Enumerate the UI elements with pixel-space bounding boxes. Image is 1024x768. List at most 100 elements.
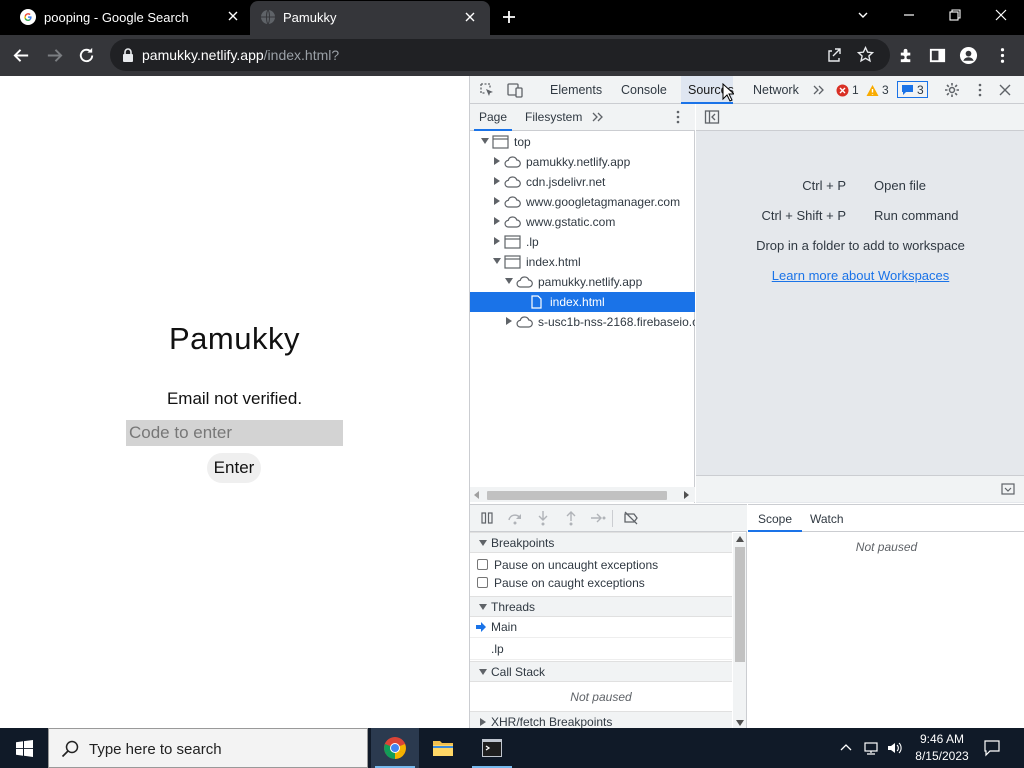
pause-uncaught-row[interactable]: Pause on uncaught exceptions <box>470 556 732 574</box>
warning-count-badge[interactable]: 3 <box>866 82 889 98</box>
scrollbar-thumb[interactable] <box>487 491 667 500</box>
pause-caught-row[interactable]: Pause on caught exceptions <box>470 574 732 592</box>
learn-workspaces-link[interactable]: Learn more about Workspaces <box>696 268 1024 283</box>
navigator-kebab-icon[interactable] <box>670 109 686 125</box>
tab-pamukky[interactable]: Pamukky <box>250 1 490 35</box>
back-arrow-icon[interactable] <box>12 46 31 65</box>
tab-filesystem[interactable]: Filesystem <box>525 110 582 124</box>
debugger-vertical-scrollbar[interactable] <box>733 533 746 729</box>
minimize-icon[interactable] <box>902 8 916 22</box>
tree-item[interactable]: .lp <box>470 232 695 252</box>
tree-item[interactable]: index.html <box>470 252 695 272</box>
verification-code-input[interactable] <box>126 420 343 446</box>
thread-main[interactable]: Main <box>470 617 732 638</box>
share-icon[interactable] <box>826 47 842 63</box>
tree-item[interactable]: www.googletagmanager.com <box>470 192 695 212</box>
search-icon <box>61 740 79 758</box>
network-icon[interactable] <box>863 740 879 756</box>
tab-elements[interactable]: Elements <box>550 83 602 97</box>
tab-scope[interactable]: Scope <box>748 505 803 532</box>
more-navigator-tabs-chevron-icon[interactable] <box>591 110 605 124</box>
collapsed-triangle-icon[interactable] <box>493 217 501 225</box>
tab-watch[interactable]: Watch <box>810 512 844 526</box>
forward-arrow-icon[interactable] <box>45 46 64 65</box>
devtools-kebab-icon[interactable] <box>972 82 988 98</box>
volume-icon[interactable] <box>886 740 902 756</box>
device-toolbar-icon[interactable] <box>507 82 523 98</box>
error-count-badge[interactable]: 1 <box>836 82 859 98</box>
message-count-badge[interactable]: 3 <box>897 81 928 98</box>
tree-item[interactable]: cdn.jsdelivr.net <box>470 172 695 192</box>
tab-network[interactable]: Network <box>753 83 799 97</box>
restore-icon[interactable] <box>948 8 962 22</box>
tab-page[interactable]: Page <box>474 104 513 131</box>
breakpoints-section-header[interactable]: Breakpoints <box>470 532 732 553</box>
taskbar-terminal-app[interactable] <box>468 728 516 768</box>
lock-icon[interactable] <box>122 48 134 62</box>
close-tab-icon[interactable] <box>227 10 239 22</box>
navigator-horizontal-scrollbar[interactable] <box>470 487 695 502</box>
tree-item[interactable]: s-usc1b-nss-2168.firebaseio.com <box>470 312 695 332</box>
close-tab-icon[interactable] <box>464 11 476 23</box>
taskbar-clock[interactable]: 9:46 AM 8/15/2023 <box>912 731 972 765</box>
step-icon[interactable] <box>590 510 606 526</box>
enter-button[interactable]: Enter <box>207 453 261 483</box>
settings-gear-icon[interactable] <box>944 82 960 98</box>
expanded-triangle-icon[interactable] <box>493 257 501 265</box>
step-over-icon[interactable] <box>507 510 523 526</box>
scroll-left-arrow-icon[interactable] <box>474 491 480 499</box>
extensions-puzzle-icon[interactable] <box>897 46 916 65</box>
step-out-icon[interactable] <box>563 510 579 526</box>
collapsed-triangle-icon[interactable] <box>493 237 501 245</box>
close-devtools-icon[interactable] <box>997 82 1013 98</box>
collapsed-triangle-icon[interactable] <box>493 157 501 165</box>
more-tabs-chevron-icon[interactable] <box>812 83 826 97</box>
tree-item[interactable]: pamukky.netlify.app <box>470 272 695 292</box>
side-panel-icon[interactable] <box>928 46 947 65</box>
collapsed-triangle-icon[interactable] <box>493 177 501 185</box>
tree-item[interactable]: top <box>470 132 695 152</box>
taskbar-file-explorer-app[interactable] <box>419 728 467 768</box>
collapsed-triangle-icon[interactable] <box>505 317 513 325</box>
scroll-down-arrow-icon[interactable] <box>736 720 744 726</box>
new-tab-plus-icon[interactable] <box>501 9 517 25</box>
tree-item[interactable]: index.html <box>470 292 695 312</box>
tab-console[interactable]: Console <box>621 83 667 97</box>
scope-status: Not paused <box>855 540 918 554</box>
thread-lp[interactable]: .lp <box>470 639 732 660</box>
taskbar-search-placeholder: Type here to search <box>89 741 222 758</box>
callstack-section-header[interactable]: Call Stack <box>470 661 732 682</box>
cloud-icon <box>516 316 533 328</box>
mouse-cursor-icon <box>722 83 734 102</box>
reload-icon[interactable] <box>77 46 96 65</box>
bookmark-star-icon[interactable] <box>857 46 874 63</box>
expanded-triangle-icon[interactable] <box>481 137 489 145</box>
toggle-debugger-icon[interactable] <box>1001 482 1015 496</box>
deactivate-breakpoints-icon[interactable] <box>623 510 639 526</box>
tree-item[interactable]: www.gstatic.com <box>470 212 695 232</box>
taskbar-search-box[interactable]: Type here to search <box>48 728 368 768</box>
close-window-icon[interactable] <box>994 8 1008 22</box>
taskbar-chrome-app[interactable] <box>371 728 419 768</box>
tab-google-search[interactable]: pooping - Google Search <box>0 0 248 35</box>
scroll-right-arrow-icon[interactable] <box>683 491 689 499</box>
scrollbar-thumb[interactable] <box>735 547 745 662</box>
pause-resume-icon[interactable] <box>479 510 495 526</box>
chrome-menu-kebab-icon[interactable] <box>993 46 1012 65</box>
step-into-icon[interactable] <box>535 510 551 526</box>
toggle-navigator-icon[interactable] <box>704 109 720 125</box>
tab-search-chevron-icon[interactable] <box>856 8 870 22</box>
start-button[interactable] <box>0 728 48 768</box>
pause-caught-checkbox[interactable] <box>477 577 488 588</box>
scroll-up-arrow-icon[interactable] <box>736 536 744 542</box>
address-bar[interactable]: pamukky.netlify.app/index.html? <box>110 39 890 71</box>
collapsed-triangle-icon[interactable] <box>493 197 501 205</box>
tree-item[interactable]: pamukky.netlify.app <box>470 152 695 172</box>
inspect-element-icon[interactable] <box>479 82 495 98</box>
profile-avatar-icon[interactable] <box>959 46 978 65</box>
pause-uncaught-checkbox[interactable] <box>477 559 488 570</box>
show-hidden-icons-chevron-icon[interactable] <box>838 740 854 756</box>
notifications-icon[interactable] <box>983 739 1001 757</box>
threads-section-header[interactable]: Threads <box>470 596 732 617</box>
expanded-triangle-icon[interactable] <box>505 277 513 285</box>
